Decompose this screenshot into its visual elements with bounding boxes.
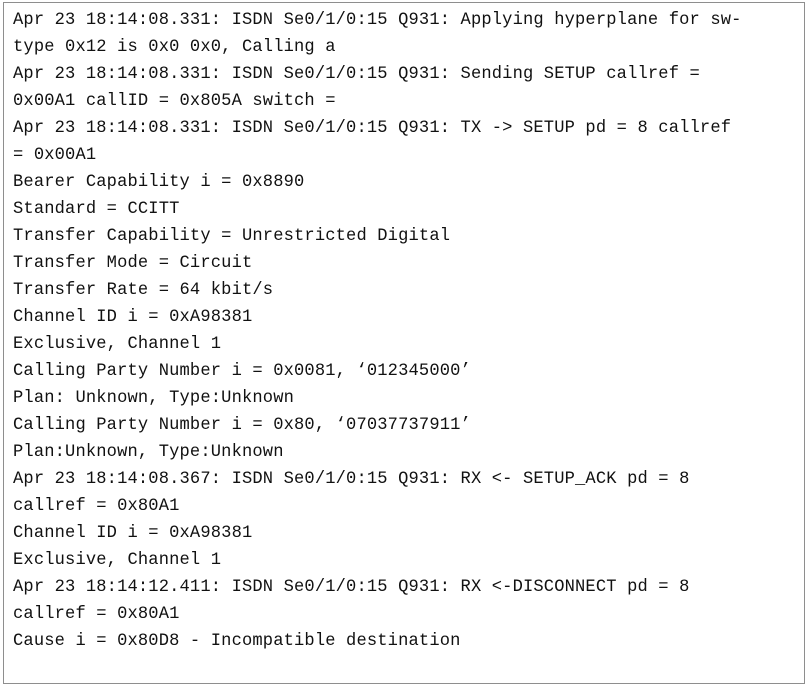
log-line: Apr 23 18:14:08.331: ISDN Se0/1/0:15 Q93… — [13, 65, 700, 84]
log-line: callref = 0x80A1 — [13, 497, 180, 516]
scan-canvas: Apr 23 18:14:08.331: ISDN Se0/1/0:15 Q93… — [0, 0, 812, 695]
log-line: = 0x00A1 — [13, 146, 97, 165]
log-line: Transfer Capability = Unrestricted Digit… — [13, 227, 451, 246]
log-frame: Apr 23 18:14:08.331: ISDN Se0/1/0:15 Q93… — [3, 2, 805, 684]
log-line: Plan:Unknown, Type:Unknown — [13, 443, 284, 462]
log-output: Apr 23 18:14:08.331: ISDN Se0/1/0:15 Q93… — [13, 7, 802, 655]
log-line: Calling Party Number i = 0x0081, ‘012345… — [13, 362, 471, 381]
log-line: Transfer Rate = 64 kbit/s — [13, 281, 274, 300]
log-line: callref = 0x80A1 — [13, 605, 180, 624]
log-line: Bearer Capability i = 0x8890 — [13, 173, 305, 192]
log-line: Calling Party Number i = 0x80, ‘07037737… — [13, 416, 471, 435]
log-line: Standard = CCITT — [13, 200, 180, 219]
log-line: Apr 23 18:14:08.331: ISDN Se0/1/0:15 Q93… — [13, 11, 742, 30]
log-line: type 0x12 is 0x0 0x0, Calling a — [13, 38, 336, 57]
log-line: Exclusive, Channel 1 — [13, 335, 222, 354]
log-line: 0x00A1 callID = 0x805A switch = — [13, 92, 336, 111]
log-line: Exclusive, Channel 1 — [13, 551, 222, 570]
log-line: Apr 23 18:14:08.367: ISDN Se0/1/0:15 Q93… — [13, 470, 690, 489]
log-line: Apr 23 18:14:08.331: ISDN Se0/1/0:15 Q93… — [13, 119, 732, 138]
log-line: Apr 23 18:14:12.411: ISDN Se0/1/0:15 Q93… — [13, 578, 690, 597]
log-line: Cause i = 0x80D8 - Incompatible destinat… — [13, 632, 461, 651]
log-line: Plan: Unknown, Type:Unknown — [13, 389, 295, 408]
log-line: Transfer Mode = Circuit — [13, 254, 253, 273]
log-line: Channel ID i = 0xA98381 — [13, 524, 253, 543]
log-line: Channel ID i = 0xA98381 — [13, 308, 253, 327]
